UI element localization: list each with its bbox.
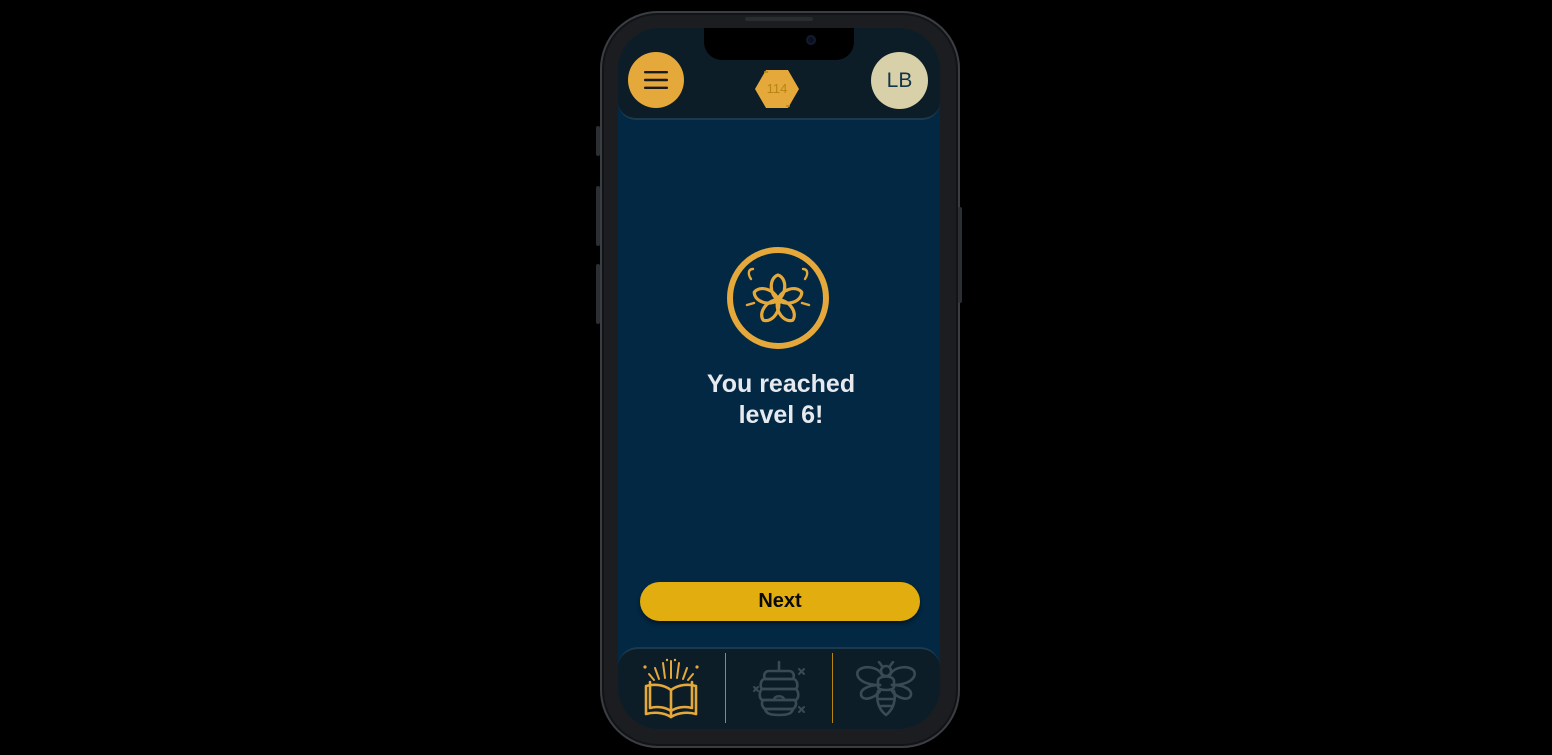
- stage: 114 LB You reached level 6! Next: [0, 0, 1552, 755]
- phone-power-button: [958, 207, 962, 303]
- open-book-sparkles-icon: [643, 658, 699, 719]
- title-line-1: You reached: [706, 370, 856, 398]
- phone-notch: [704, 28, 854, 60]
- app-screen: 114 LB You reached level 6! Next: [618, 28, 940, 729]
- phone-volume-up-button: [596, 186, 600, 246]
- phone-volume-down-button: [596, 264, 600, 324]
- user-avatar[interactable]: LB: [871, 52, 928, 109]
- title-line-2: level 6!: [738, 401, 824, 429]
- beehive-icon: [753, 660, 805, 717]
- phone-speaker: [745, 17, 813, 21]
- front-camera: [806, 35, 816, 45]
- nav-item-bee[interactable]: [833, 653, 939, 725]
- flower-icon: [727, 247, 829, 349]
- nav-item-hive[interactable]: [726, 653, 832, 725]
- phone-side-button: [596, 126, 600, 156]
- bee-icon: [856, 661, 916, 717]
- nav-item-learn[interactable]: [618, 653, 724, 725]
- menu-button[interactable]: [628, 52, 684, 108]
- level-badge: [725, 245, 831, 351]
- bottom-navigation: [618, 647, 940, 729]
- honeycomb-counter[interactable]: 114: [754, 69, 800, 109]
- honeycomb-count: 114: [766, 81, 788, 96]
- level-up-message: You reached level 6!: [658, 369, 904, 431]
- next-button[interactable]: Next: [640, 582, 920, 621]
- hamburger-menu-icon: [644, 71, 668, 89]
